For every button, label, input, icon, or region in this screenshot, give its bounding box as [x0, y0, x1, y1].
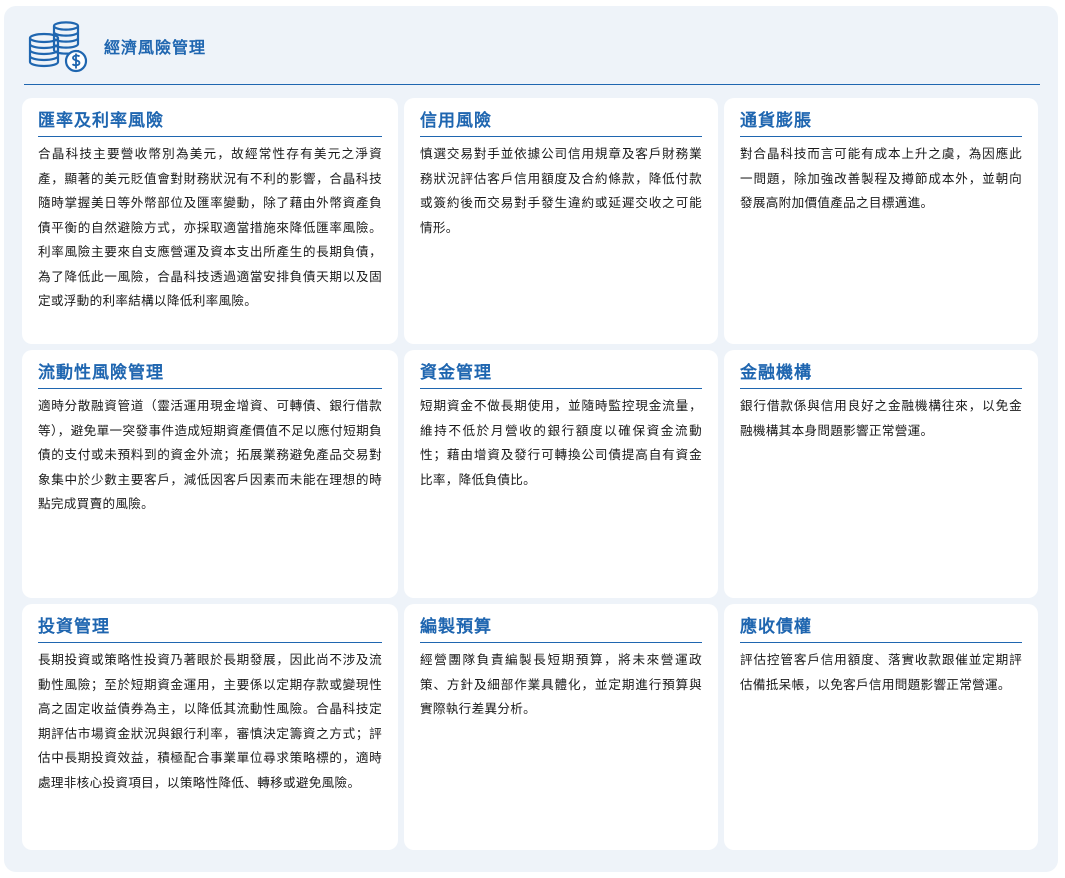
card-body: 短期資金不做長期使用，並隨時監控現金流量，維持不低於月營收的銀行額度以確保資金流…: [420, 398, 702, 487]
page-title: 經濟風險管理: [104, 38, 207, 57]
card-body: 慎選交易對手並依據公司信用規章及客戶財務業務狀況評估客戶信用額度及合約條款，降低…: [420, 146, 702, 235]
card-title: 應收債權: [740, 616, 1022, 643]
economic-risk-panel: 經濟風險管理 匯率及利率風險 合晶科技主要營收幣別為美元，故經常性存有美元之淨資…: [4, 6, 1058, 872]
coins-dollar-icon: [26, 18, 90, 74]
section-header: 經濟風險管理: [4, 6, 1058, 86]
card-exchange-interest-risk: 匯率及利率風險 合晶科技主要營收幣別為美元，故經常性存有美元之淨資產，顯著的美元…: [22, 98, 398, 344]
card-credit-risk: 信用風險 慎選交易對手並依據公司信用規章及客戶財務業務狀況評估客戶信用額度及合約…: [404, 98, 718, 344]
card-title: 匯率及利率風險: [38, 110, 382, 137]
card-fund-management: 資金管理 短期資金不做長期使用，並隨時監控現金流量，維持不低於月營收的銀行額度以…: [404, 350, 718, 598]
card-title: 編製預算: [420, 616, 702, 643]
card-body: 合晶科技主要營收幣別為美元，故經常性存有美元之淨資產，顯著的美元貶值會對財務狀況…: [38, 146, 382, 308]
card-body: 對合晶科技而言可能有成本上升之虞，為因應此一問題，除加強改善製程及撙節成本外，並…: [740, 146, 1022, 210]
card-title: 投資管理: [38, 616, 382, 643]
card-liquidity-risk: 流動性風險管理 適時分散融資管道（靈活運用現金增資、可轉債、銀行借款等），避免單…: [22, 350, 398, 598]
card-title: 金融機構: [740, 362, 1022, 389]
header-divider: [24, 84, 1040, 85]
card-title: 資金管理: [420, 362, 702, 389]
card-body: 長期投資或策略性投資乃著眼於長期發展，因此尚不涉及流動性風險；至於短期資金運用，…: [38, 652, 382, 790]
card-body: 經營團隊負責編製長短期預算，將未來營運政策、方針及細部作業具體化，並定期進行預算…: [420, 652, 702, 716]
card-inflation: 通貨膨脹 對合晶科技而言可能有成本上升之虞，為因應此一問題，除加強改善製程及撙節…: [724, 98, 1038, 344]
card-receivables: 應收債權 評估控管客戶信用額度、落實收款跟催並定期評估備抵呆帳，以免客戶信用問題…: [724, 604, 1038, 850]
card-body: 適時分散融資管道（靈活運用現金增資、可轉債、銀行借款等），避免單一突發事件造成短…: [38, 398, 382, 511]
card-title: 流動性風險管理: [38, 362, 382, 389]
card-title: 通貨膨脹: [740, 110, 1022, 137]
card-financial-institutions: 金融機構 銀行借款係與信用良好之金融機構往來，以免金融機構其本身問題影響正常營運…: [724, 350, 1038, 598]
card-investment-management: 投資管理 長期投資或策略性投資乃著眼於長期發展，因此尚不涉及流動性風險；至於短期…: [22, 604, 398, 850]
card-budgeting: 編製預算 經營團隊負責編製長短期預算，將未來營運政策、方針及細部作業具體化，並定…: [404, 604, 718, 850]
card-title: 信用風險: [420, 110, 702, 137]
card-body: 銀行借款係與信用良好之金融機構往來，以免金融機構其本身問題影響正常營運。: [740, 398, 1022, 438]
card-body: 評估控管客戶信用額度、落實收款跟催並定期評估備抵呆帳，以免客戶信用問題影響正常營…: [740, 652, 1022, 692]
